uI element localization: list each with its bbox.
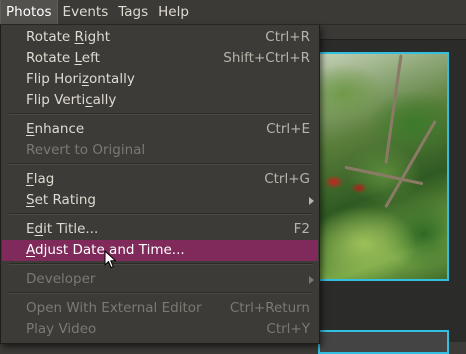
- photo-branch: [384, 119, 437, 209]
- shortcut-label: Shift+Ctrl+R: [223, 50, 310, 66]
- menu-item-rotate-right[interactable]: Rotate Right Ctrl+R: [2, 27, 318, 48]
- menu-item-label: Revert to Original: [26, 142, 146, 158]
- menu-item-revert-to-original: Revert to Original: [2, 140, 318, 161]
- menu-item-label: Enhance: [26, 121, 85, 137]
- menu-item-flip-horizontally[interactable]: Flip Horizontally: [2, 69, 318, 90]
- shortcut-label: Ctrl+Return: [229, 300, 310, 316]
- menu-item-label: Flip Vertically: [26, 92, 117, 108]
- menu-tags[interactable]: Tags: [113, 0, 153, 24]
- shortcut-label: Ctrl+G: [264, 171, 310, 187]
- menu-separator: [9, 113, 313, 115]
- menu-separator: [9, 213, 313, 215]
- menu-item-label: Developer: [26, 271, 96, 287]
- menu-item-edit-title[interactable]: Edit Title... F2: [2, 219, 318, 240]
- menu-item-adjust-date-and-time[interactable]: Adjust Date and Time...: [2, 240, 318, 261]
- shortcut-label: F2: [293, 221, 310, 237]
- mouse-pointer-icon: [104, 250, 116, 268]
- menu-item-flag[interactable]: Flag Ctrl+G: [2, 169, 318, 190]
- menu-item-play-video: Play Video Ctrl+Y: [2, 319, 318, 340]
- photos-menu: Rotate Right Ctrl+R Rotate Left Shift+Ct…: [0, 25, 320, 344]
- menu-item-developer: Developer: [2, 269, 318, 290]
- menu-item-open-with-external-editor: Open With External Editor Ctrl+Return: [2, 298, 318, 319]
- menu-item-flip-vertically[interactable]: Flip Vertically: [2, 90, 318, 111]
- shortcut-label: Ctrl+Y: [266, 321, 310, 337]
- menu-item-rotate-left[interactable]: Rotate Left Shift+Ctrl+R: [2, 48, 318, 69]
- shortcut-label: Ctrl+E: [266, 121, 310, 137]
- menu-item-label: Rotate Left: [26, 50, 100, 66]
- submenu-arrow-icon: [309, 276, 314, 284]
- menu-item-set-rating[interactable]: Set Rating: [2, 190, 318, 211]
- menu-photos[interactable]: Photos: [0, 0, 58, 24]
- shortcut-label: Ctrl+R: [265, 29, 310, 45]
- menu-item-label: Rotate Right: [26, 29, 111, 45]
- menu-events[interactable]: Events: [58, 0, 114, 24]
- photo-thumbnail[interactable]: [318, 330, 449, 354]
- selected-photo-thumbnail[interactable]: [312, 52, 449, 281]
- menu-item-label: Play Video: [26, 321, 97, 337]
- photo-branch: [384, 54, 403, 164]
- menu-item-label: Flip Horizontally: [26, 71, 135, 87]
- menubar: Photos Events Tags Help: [0, 0, 466, 25]
- menu-item-label: Open With External Editor: [26, 300, 202, 316]
- menu-separator: [9, 163, 313, 165]
- submenu-arrow-icon: [309, 197, 314, 205]
- menu-separator: [9, 263, 313, 265]
- menu-help[interactable]: Help: [153, 0, 194, 24]
- photo-branch: [344, 165, 424, 186]
- menu-item-label: Edit Title...: [26, 221, 99, 237]
- menu-separator: [9, 292, 313, 294]
- menu-item-label: Flag: [26, 171, 55, 187]
- menu-item-label: Set Rating: [26, 192, 96, 208]
- menu-item-enhance[interactable]: Enhance Ctrl+E: [2, 119, 318, 140]
